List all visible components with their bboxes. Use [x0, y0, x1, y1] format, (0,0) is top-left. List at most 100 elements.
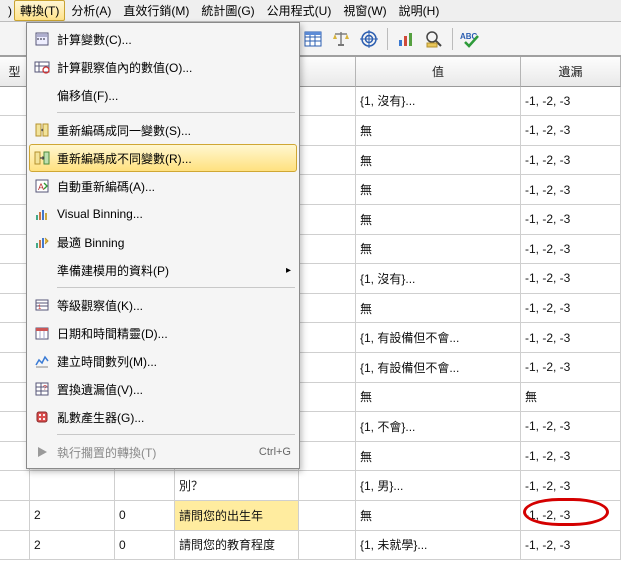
- menu-item-item2[interactable]: 偏移值(F)...: [29, 81, 297, 109]
- cell-f[interactable]: {1, 沒有}...: [356, 87, 521, 117]
- cell-e[interactable]: [299, 353, 356, 383]
- menu-item-replace-missing[interactable]: ? 置換遺漏值(V)...: [29, 375, 297, 403]
- cell-g[interactable]: -1, -2, -3: [521, 442, 621, 472]
- menu-item-item9[interactable]: 準備建模用的資料(P)▸: [29, 256, 297, 284]
- svg-text:?: ?: [43, 385, 47, 392]
- cell-e[interactable]: [299, 175, 356, 205]
- col-header-values[interactable]: 值: [356, 57, 521, 87]
- cell-a[interactable]: [0, 471, 30, 501]
- cell-g[interactable]: -1, -2, -3: [521, 501, 621, 531]
- menu-item-label: 置換遺漏值(V)...: [57, 381, 291, 398]
- table-row[interactable]: 20請問您的出生年 無-1, -2, -3: [0, 501, 621, 531]
- menu-item-recode-same[interactable]: 重新編碼成同一變數(S)...: [29, 116, 297, 144]
- menu-item-timeseries[interactable]: 建立時間數列(M)...: [29, 347, 297, 375]
- toolbar-scales-btn[interactable]: [328, 26, 354, 52]
- menu-analyze[interactable]: 分析(A): [65, 0, 117, 21]
- menu-transform[interactable]: 轉換(T): [14, 0, 65, 21]
- cell-a[interactable]: [0, 531, 30, 561]
- cell-e[interactable]: [299, 383, 356, 413]
- table-row[interactable]: 別？ {1, 男}...-1, -2, -3: [0, 471, 621, 501]
- cell-g[interactable]: -1, -2, -3: [521, 323, 621, 353]
- cell-e[interactable]: [299, 116, 356, 146]
- cell-e[interactable]: [299, 412, 356, 442]
- cell-g[interactable]: 無: [521, 383, 621, 413]
- cell-d[interactable]: 請問您的教育程度: [175, 531, 299, 561]
- cell-e[interactable]: [299, 323, 356, 353]
- cell-f[interactable]: {1, 不會}...: [356, 412, 521, 442]
- menu-direct-marketing[interactable]: 直效行銷(M): [117, 0, 195, 21]
- optimal-bin-icon: [33, 233, 51, 251]
- cell-g[interactable]: -1, -2, -3: [521, 412, 621, 442]
- toolbar-table-btn[interactable]: [300, 26, 326, 52]
- cell-f[interactable]: 無: [356, 235, 521, 265]
- col-header-e[interactable]: [299, 57, 356, 87]
- cell-a[interactable]: [0, 501, 30, 531]
- cell-e[interactable]: [299, 146, 356, 176]
- menu-item-optimal-bin[interactable]: 最適 Binning: [29, 228, 297, 256]
- cell-f[interactable]: {1, 沒有}...: [356, 264, 521, 294]
- cell-f[interactable]: 無: [356, 442, 521, 472]
- menu-item-count-values[interactable]: 計算觀察值內的數值(O)...: [29, 53, 297, 81]
- cell-g[interactable]: -1, -2, -3: [521, 87, 621, 117]
- cell-f[interactable]: {1, 有設備但不會...: [356, 353, 521, 383]
- cell-e[interactable]: [299, 442, 356, 472]
- menu-item-auto-recode[interactable]: A自動重新編碼(A)...: [29, 172, 297, 200]
- cell-e[interactable]: [299, 471, 356, 501]
- menu-item-random[interactable]: 亂數產生器(G)...: [29, 403, 297, 431]
- table-row[interactable]: 20請問您的教育程度 {1, 未就學}...-1, -2, -3: [0, 531, 621, 561]
- toolbar-separator: [387, 28, 388, 50]
- cell-e[interactable]: [299, 294, 356, 324]
- cell-g[interactable]: -1, -2, -3: [521, 175, 621, 205]
- menubar-stub: ): [2, 4, 14, 18]
- cell-e[interactable]: [299, 531, 356, 561]
- menu-item-rank[interactable]: 1等級觀察值(K)...: [29, 291, 297, 319]
- toolbar-spellcheck-btn[interactable]: ABC: [458, 26, 484, 52]
- cell-e[interactable]: [299, 235, 356, 265]
- menu-window[interactable]: 視窗(W): [337, 0, 392, 21]
- cell-g[interactable]: -1, -2, -3: [521, 531, 621, 561]
- menu-utilities[interactable]: 公用程式(U): [261, 0, 338, 21]
- col-header-missing[interactable]: 遺漏: [521, 57, 621, 87]
- cell-f[interactable]: 無: [356, 383, 521, 413]
- cell-e[interactable]: [299, 264, 356, 294]
- cell-b[interactable]: 2: [30, 501, 115, 531]
- cell-g[interactable]: -1, -2, -3: [521, 146, 621, 176]
- menu-separator: [57, 434, 295, 435]
- cell-e[interactable]: [299, 87, 356, 117]
- cell-g[interactable]: -1, -2, -3: [521, 205, 621, 235]
- menu-item-visual-bin[interactable]: Visual Binning...: [29, 200, 297, 228]
- cell-d[interactable]: 別？: [175, 471, 299, 501]
- cell-c[interactable]: 0: [115, 501, 175, 531]
- toolbar-chart-btn[interactable]: [393, 26, 419, 52]
- cell-f[interactable]: 無: [356, 175, 521, 205]
- cell-g[interactable]: -1, -2, -3: [521, 116, 621, 146]
- cell-b[interactable]: [30, 471, 115, 501]
- menu-item-datetime[interactable]: 日期和時間精靈(D)...: [29, 319, 297, 347]
- menu-item-recode-diff[interactable]: 重新編碼成不同變數(R)...: [29, 144, 297, 172]
- menu-item-calc-var[interactable]: 計算變數(C)...: [29, 25, 297, 53]
- cell-f[interactable]: {1, 有設備但不會...: [356, 323, 521, 353]
- menu-help[interactable]: 說明(H): [393, 0, 446, 21]
- toolbar-target-btn[interactable]: [356, 26, 382, 52]
- cell-f[interactable]: 無: [356, 501, 521, 531]
- cell-f[interactable]: {1, 男}...: [356, 471, 521, 501]
- cell-e[interactable]: [299, 205, 356, 235]
- menu-graphs[interactable]: 統計圖(G): [195, 0, 260, 21]
- cell-g[interactable]: -1, -2, -3: [521, 353, 621, 383]
- cell-b[interactable]: 2: [30, 531, 115, 561]
- cell-d[interactable]: 請問您的出生年: [175, 501, 299, 531]
- cell-f[interactable]: 無: [356, 294, 521, 324]
- toolbar-search-btn[interactable]: [421, 26, 447, 52]
- cell-e[interactable]: [299, 501, 356, 531]
- cell-f[interactable]: 無: [356, 116, 521, 146]
- cell-c[interactable]: [115, 471, 175, 501]
- cell-c[interactable]: 0: [115, 531, 175, 561]
- random-icon: [34, 409, 50, 425]
- cell-f[interactable]: {1, 未就學}...: [356, 531, 521, 561]
- cell-g[interactable]: -1, -2, -3: [521, 294, 621, 324]
- cell-f[interactable]: 無: [356, 205, 521, 235]
- cell-g[interactable]: -1, -2, -3: [521, 264, 621, 294]
- cell-g[interactable]: -1, -2, -3: [521, 471, 621, 501]
- cell-f[interactable]: 無: [356, 146, 521, 176]
- cell-g[interactable]: -1, -2, -3: [521, 235, 621, 265]
